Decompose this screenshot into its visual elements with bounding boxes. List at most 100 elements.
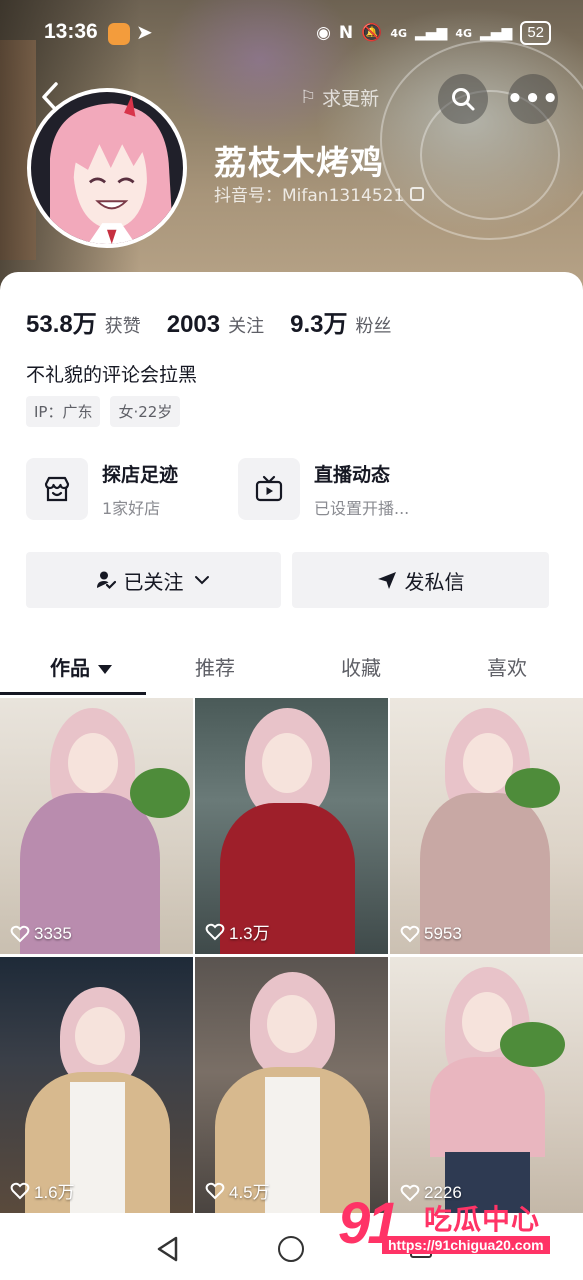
network-label-2: 4G [455,26,472,40]
watermark-text: 吃瓜中心 [424,1203,541,1236]
video-thumbnail[interactable]: 3335 [0,698,193,954]
avatar-anime-girl-image [31,92,183,244]
profile-card: 53.8万 获赞 2003 关注 9.3万 粉丝 不礼貌的评论会拉黑 IP：广东… [0,272,583,1280]
send-message-button[interactable]: 发私信 [292,552,549,608]
stat-following[interactable]: 2003 关注 [167,311,264,339]
stat-following-label: 关注 [228,316,265,337]
network-label-1: 4G [390,26,407,40]
profile-bio: 不礼貌的评论会拉黑 [26,364,198,386]
video-likes-count: 5953 [424,924,462,943]
followed-label: 已关注 [123,569,184,594]
thumbnail-figure [68,733,118,793]
stat-followers-value: 9.3万 [290,311,348,338]
signal-icon: ▂▄▆ [415,25,448,41]
send-icon [377,572,396,589]
feature-text: 直播动态 已设置开播... [314,460,409,519]
heart-icon [10,925,30,943]
stat-likes-value: 53.8万 [26,311,97,338]
thumbnail-figure [430,1057,545,1157]
more-options-button[interactable]: ••• [506,74,560,124]
video-thumbnail[interactable]: 1.3万 [195,698,388,954]
thumbnail-figure [70,1082,125,1213]
profile-nickname: 荔枝木烤鸡 [214,143,384,182]
thumbnail-figure [262,733,312,793]
video-likes: 5953 [400,924,462,944]
avatar[interactable] [27,88,187,248]
video-thumbnail[interactable]: 5953 [390,698,583,954]
heart-icon [205,1182,225,1199]
profile-tags: IP：广东 女·22岁 [26,396,181,427]
content-tabs: 作品 推荐 收藏 喜欢 [0,642,583,696]
thumbnail-figure [267,995,317,1053]
feature-live-subtitle: 已设置开播... [314,498,410,518]
heart-icon [400,925,420,943]
feature-row: 探店足迹 1家好店 直播动态 已设置开播... [26,458,566,522]
feature-text: 探店足迹 1家好店 [102,460,178,519]
video-grid: 3335 1.3万 5953 1.6万 4.5万 2226 [0,698,583,1218]
douyin-id-text: 抖音号：Mifan1314521 [214,186,405,206]
nav-home-circle-icon[interactable] [278,1236,304,1262]
video-likes: 1.6万 [10,1178,75,1203]
video-thumbnail[interactable]: 2226 [390,957,583,1213]
battery-icon: 52 [520,21,551,45]
tab-likes[interactable]: 喜欢 [487,652,527,681]
tv-icon [255,475,283,502]
tab-favorites[interactable]: 收藏 [341,652,381,681]
heart-icon [10,1182,30,1199]
search-button[interactable] [438,74,488,124]
status-icons: ◉ N 🔕 4G ▂▄▆ 4G ▂▄▆ 52 [316,21,551,45]
more-dots-icon: ••• [506,84,560,114]
action-buttons: 已关注 发私信 [26,552,549,608]
status-time: 13:36 [44,20,98,43]
signal-icon: ▂▄▆ [480,25,513,41]
video-likes: 1.3万 [205,919,270,944]
feature-shop-subtitle: 1家好店 [102,498,161,518]
thumbnail-plant [500,1022,565,1067]
stat-likes[interactable]: 53.8万 获赞 [26,304,141,339]
douyin-id-row[interactable]: 抖音号：Mifan1314521 [214,181,425,206]
tab-works-label: 作品 [50,656,90,680]
watermark-url: https://91chigua20.com [382,1236,550,1254]
stats-row: 53.8万 获赞 2003 关注 9.3万 粉丝 [26,304,417,339]
video-thumbnail[interactable]: 4.5万 [195,957,388,1213]
site-watermark: 91 吃瓜中心 https://91chigua20.com [338,1191,583,1260]
telegram-icon: ➤ [136,20,153,44]
app-notification-icon [108,23,130,45]
feature-live-updates[interactable]: 直播动态 已设置开播... [238,458,409,520]
thumbnail-figure [265,1077,320,1213]
thumbnail-plant [130,768,190,818]
tab-works[interactable]: 作品 [50,652,112,681]
heart-icon [205,923,225,940]
eye-icon: ◉ [316,23,331,43]
feature-live-title: 直播动态 [314,463,391,486]
active-tab-indicator [0,692,146,695]
copy-icon[interactable] [410,186,425,201]
bookmark-icon: ⚐ [300,87,317,108]
video-likes: 3335 [10,924,72,944]
video-likes-count: 1.3万 [229,924,270,943]
followed-button[interactable]: 已关注 [26,552,281,608]
video-likes-count: 3335 [34,924,72,943]
feature-shop-title: 探店足迹 [102,463,179,486]
tag-ip-location: IP：广东 [26,396,101,427]
video-likes-count: 1.6万 [34,1183,75,1202]
status-bar: 13:36 ➤ ◉ N 🔕 4G ▂▄▆ 4G ▂▄▆ 52 [0,18,583,52]
nfc-icon: N [338,23,354,43]
video-likes-count: 4.5万 [229,1183,270,1202]
nav-back-triangle-icon[interactable] [156,1236,180,1262]
tab-recommended[interactable]: 推荐 [195,652,235,681]
request-update-label: 求更新 [322,88,380,110]
send-message-label: 发私信 [404,569,465,594]
request-update-button[interactable]: ⚐ 求更新 [300,84,379,111]
user-check-icon [96,571,116,590]
video-thumbnail[interactable]: 1.6万 [0,957,193,1213]
feature-shop-visits[interactable]: 探店足迹 1家好店 [26,458,178,520]
chevron-down-icon [194,576,209,585]
stat-followers[interactable]: 9.3万 粉丝 [290,304,391,339]
feature-icon-box [26,458,88,520]
stat-likes-label: 获赞 [104,316,141,337]
stat-followers-label: 粉丝 [355,316,392,337]
profile-banner: 13:36 ➤ ◉ N 🔕 4G ▂▄▆ 4G ▂▄▆ 52 ⚐ 求更新 ••• [0,0,583,300]
thumbnail-plant [505,768,560,808]
thumbnail-figure [75,1007,125,1065]
